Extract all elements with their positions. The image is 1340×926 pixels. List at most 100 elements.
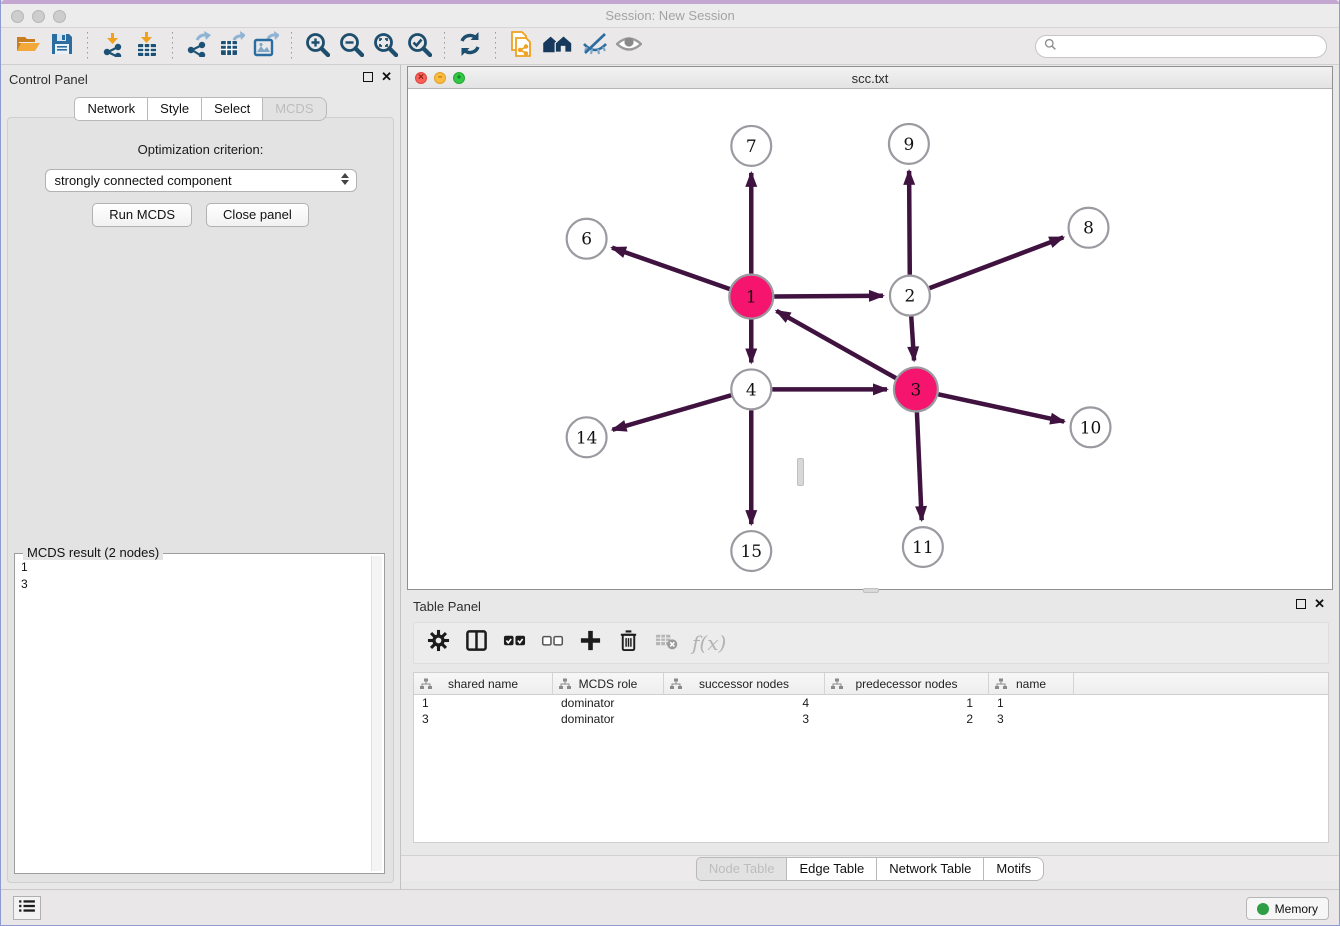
search-input[interactable]: [1062, 40, 1318, 54]
graph-edge-1-2[interactable]: [774, 296, 883, 297]
graph-node-15[interactable]: 15: [731, 531, 771, 571]
tab-node-table[interactable]: Node Table: [696, 857, 788, 881]
import-network-button[interactable]: [96, 30, 130, 62]
split-panel-button[interactable]: [460, 626, 492, 660]
table-cell[interactable]: 3: [414, 711, 553, 727]
panel-splitter-handle[interactable]: [797, 458, 804, 486]
table-row[interactable]: 3dominator323: [414, 711, 1328, 727]
open-session-button[interactable]: [11, 30, 45, 62]
graph-edge-4-14[interactable]: [612, 395, 731, 430]
home-views-button[interactable]: [538, 30, 578, 62]
duplicate-network-button[interactable]: [504, 30, 538, 62]
table-row[interactable]: 1dominator411: [414, 695, 1328, 711]
column-header-label: successor nodes: [699, 677, 789, 691]
criterion-dropdown[interactable]: strongly connected component: [45, 169, 357, 192]
open-folder-icon: [15, 31, 41, 62]
graph-edge-3-11[interactable]: [917, 412, 922, 520]
table-cell[interactable]: dominator: [553, 711, 664, 727]
export-network-button[interactable]: [181, 30, 215, 62]
column-header-MCDS-role[interactable]: MCDS role: [553, 673, 664, 695]
eye-icon: [616, 31, 642, 62]
column-header-shared-name[interactable]: shared name: [414, 673, 553, 695]
graph-node-7[interactable]: 7: [731, 126, 771, 166]
show-elements-button[interactable]: [612, 30, 646, 62]
tab-select[interactable]: Select: [202, 97, 263, 121]
table-cell[interactable]: 4: [664, 695, 825, 711]
import-network-icon: [100, 31, 126, 62]
tab-style[interactable]: Style: [148, 97, 202, 121]
zoom-out-button[interactable]: [334, 30, 368, 62]
close-panel-icon[interactable]: ✕: [1314, 599, 1325, 609]
delete-column-button[interactable]: [612, 626, 644, 660]
graph-node-1[interactable]: 1: [729, 275, 773, 319]
tab-mcds[interactable]: MCDS: [263, 97, 326, 121]
table-cell[interactable]: 3: [664, 711, 825, 727]
tab-edge-table[interactable]: Edge Table: [787, 857, 877, 881]
table-settings-button[interactable]: [422, 626, 454, 660]
graph-node-14[interactable]: 14: [567, 417, 607, 457]
add-column-button[interactable]: [574, 626, 606, 660]
graph-edge-2-3[interactable]: [911, 317, 914, 361]
save-session-button[interactable]: [45, 30, 79, 62]
column-header-label: predecessor nodes: [855, 677, 957, 691]
select-all-button[interactable]: [498, 626, 530, 660]
table-cell[interactable]: dominator: [553, 695, 664, 711]
zoom-fit-icon: [372, 31, 398, 62]
hide-elements-button[interactable]: [578, 30, 612, 62]
tab-network[interactable]: Network: [74, 97, 148, 121]
graph-node-2[interactable]: 2: [890, 276, 930, 316]
task-history-button[interactable]: [13, 896, 41, 920]
float-panel-icon[interactable]: [1296, 599, 1306, 609]
run-mcds-button[interactable]: Run MCDS: [92, 203, 192, 227]
graph-node-3[interactable]: 3: [894, 367, 938, 411]
refresh-view-button[interactable]: [453, 30, 487, 62]
network-canvas[interactable]: 7 9 6 8 1 2 4 3 14 10 15 11: [408, 89, 1332, 589]
zoom-selected-button[interactable]: [402, 30, 436, 62]
column-header-name[interactable]: name: [989, 673, 1074, 695]
graph-edge-3-1[interactable]: [776, 311, 895, 378]
tab-motifs[interactable]: Motifs: [984, 857, 1044, 881]
graph-edge-1-6[interactable]: [612, 248, 730, 289]
import-table-button[interactable]: [130, 30, 164, 62]
toolbar-separator: [444, 32, 445, 60]
graph-node-6[interactable]: 6: [567, 219, 607, 259]
floppy-disk-icon: [49, 31, 75, 62]
optimization-criterion-label: Optimization criterion:: [8, 142, 393, 157]
zoom-in-button[interactable]: [300, 30, 334, 62]
tab-network-table[interactable]: Network Table: [877, 857, 984, 881]
search-field[interactable]: [1035, 35, 1327, 58]
export-table-button[interactable]: [215, 30, 249, 62]
close-panel-button[interactable]: Close panel: [206, 203, 309, 227]
graph-node-9[interactable]: 9: [889, 124, 929, 164]
graph-node-4[interactable]: 4: [731, 369, 771, 409]
table-cell[interactable]: 3: [989, 711, 1074, 727]
deselect-all-button[interactable]: [536, 626, 568, 660]
criterion-value: strongly connected component: [55, 173, 232, 188]
result-scrollbar[interactable]: [371, 556, 382, 871]
graph-node-10[interactable]: 10: [1071, 407, 1111, 447]
column-header-successor-nodes[interactable]: successor nodes: [664, 673, 825, 695]
table-cell[interactable]: 2: [825, 711, 989, 727]
function-builder-button[interactable]: f(x): [692, 631, 726, 655]
network-view-area: ✕ − + scc.txt 7968124314101511: [401, 65, 1339, 592]
float-panel-icon[interactable]: [363, 72, 373, 82]
zoom-fit-button[interactable]: [368, 30, 402, 62]
table-cell[interactable]: 1: [825, 695, 989, 711]
svg-text:11: 11: [912, 537, 934, 557]
memory-button[interactable]: Memory: [1246, 897, 1329, 920]
graph-node-11[interactable]: 11: [903, 527, 943, 567]
column-header-predecessor-nodes[interactable]: predecessor nodes: [825, 673, 989, 695]
graph-node-8[interactable]: 8: [1069, 208, 1109, 248]
unchecked-boxes-icon: [541, 629, 564, 657]
graph-edge-2-9[interactable]: [909, 171, 910, 275]
close-panel-icon[interactable]: ✕: [381, 72, 392, 82]
node-table[interactable]: shared nameMCDS role successor nodes prede…: [413, 672, 1329, 843]
table-cell[interactable]: 1: [989, 695, 1074, 711]
export-image-button[interactable]: [249, 30, 283, 62]
column-header-label: name: [1016, 677, 1046, 691]
delete-table-button[interactable]: [650, 626, 682, 660]
graph-edge-2-8[interactable]: [930, 237, 1064, 288]
graph-edge-3-10[interactable]: [938, 394, 1064, 421]
mcds-result-text[interactable]: 13: [17, 556, 371, 871]
table-cell[interactable]: 1: [414, 695, 553, 711]
